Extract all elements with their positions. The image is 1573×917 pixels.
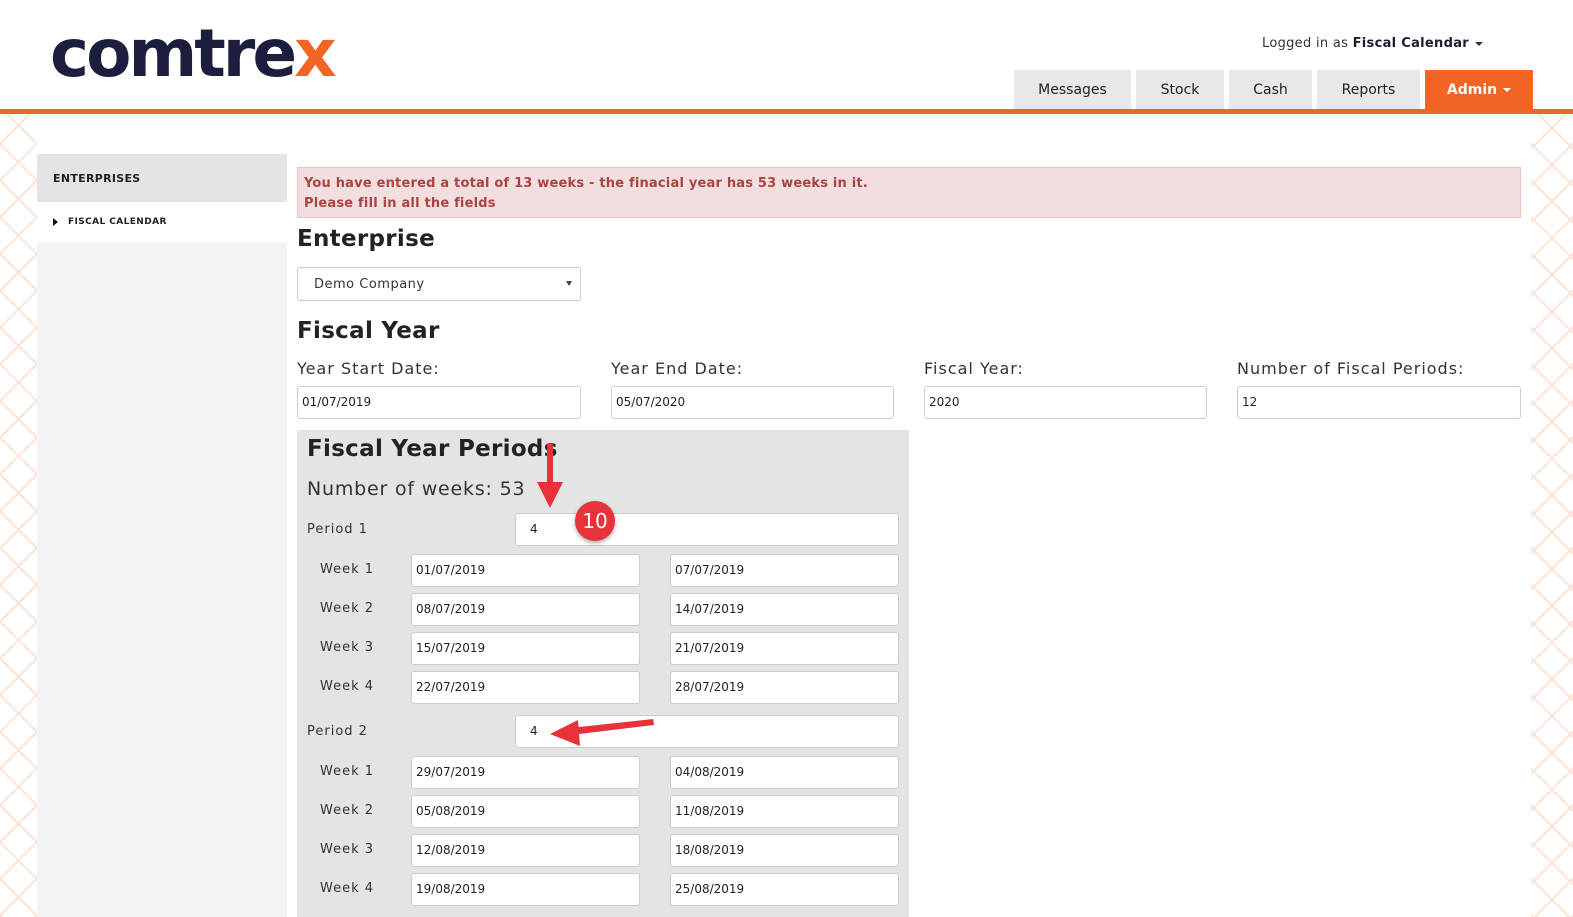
step-marker-badge: 10 (575, 501, 615, 541)
sidebar-heading[interactable]: ENTERPRISES (37, 154, 287, 202)
week-label: Week 2 (320, 803, 375, 818)
week-end-input[interactable]: 25/08/2019 (670, 873, 899, 906)
week-label: Week 1 (320, 562, 375, 577)
login-user: Fiscal Calendar (1352, 36, 1469, 51)
nav-tab-admin-label: Admin (1446, 82, 1498, 98)
nav-tab-stock[interactable]: Stock (1136, 70, 1224, 110)
fiscal-year-input[interactable]: 2020 (924, 386, 1207, 419)
sidebar-item-fiscal-calendar[interactable]: FISCAL CALENDAR (37, 202, 287, 242)
background-pattern-right (1531, 114, 1573, 917)
week-label: Week 4 (320, 679, 375, 694)
week-end-input[interactable]: 14/07/2019 (670, 593, 899, 626)
login-prefix: Logged in as (1262, 36, 1349, 51)
week-label: Week 4 (320, 881, 375, 896)
fiscal-year-label: Fiscal Year: (924, 359, 1024, 378)
period-2-weeks-input[interactable]: 4 (515, 715, 899, 748)
week-start-input[interactable]: 12/08/2019 (411, 834, 640, 867)
week-label: Week 2 (320, 601, 375, 616)
week-end-input[interactable]: 21/07/2019 (670, 632, 899, 665)
comtrex-logo[interactable]: comtrex (50, 14, 337, 94)
period-2-label: Period 2 (307, 724, 368, 739)
week-label: Week 3 (320, 842, 375, 857)
week-end-input[interactable]: 11/08/2019 (670, 795, 899, 828)
weeks-total: Number of weeks: 53 (307, 478, 526, 500)
year-end-label: Year End Date: (611, 359, 744, 378)
year-start-input[interactable]: 01/07/2019 (297, 386, 581, 419)
nav-tab-admin[interactable]: Admin (1425, 70, 1533, 110)
week-label: Week 3 (320, 640, 375, 655)
fiscal-periods-label: Number of Fiscal Periods: (1237, 359, 1465, 378)
login-status[interactable]: Logged in as Fiscal Calendar (1262, 36, 1483, 51)
period-1-weeks-input[interactable]: 4 (515, 513, 899, 546)
week-start-input[interactable]: 08/07/2019 (411, 593, 640, 626)
enterprise-select-value: Demo Company (314, 277, 425, 292)
nav-tab-reports[interactable]: Reports (1317, 70, 1420, 110)
alert-line-1: You have entered a total of 13 weeks - t… (304, 176, 868, 191)
page-header: comtrex Logged in as Fiscal Calendar Mes… (0, 0, 1573, 110)
week-start-input[interactable]: 19/08/2019 (411, 873, 640, 906)
sidebar-item-label: FISCAL CALENDAR (68, 217, 167, 227)
week-start-input[interactable]: 01/07/2019 (411, 554, 640, 587)
sidebar: ENTERPRISES FISCAL CALENDAR (37, 114, 287, 917)
main-nav: Messages Stock Cash Reports Admin (1014, 70, 1533, 110)
year-end-input[interactable]: 05/07/2020 (611, 386, 894, 419)
week-start-input[interactable]: 29/07/2019 (411, 756, 640, 789)
enterprise-heading: Enterprise (297, 226, 436, 252)
week-start-input[interactable]: 05/08/2019 (411, 795, 640, 828)
enterprise-select[interactable]: Demo Company (297, 267, 581, 301)
week-end-input[interactable]: 18/08/2019 (670, 834, 899, 867)
year-start-label: Year Start Date: (297, 359, 440, 378)
week-end-input[interactable]: 28/07/2019 (670, 671, 899, 704)
chevron-down-icon (1503, 88, 1512, 92)
week-start-input[interactable]: 15/07/2019 (411, 632, 640, 665)
error-alert: You have entered a total of 13 weeks - t… (297, 167, 1521, 218)
week-label: Week 1 (320, 764, 375, 779)
chevron-down-icon (1475, 41, 1483, 46)
week-start-input[interactable]: 22/07/2019 (411, 671, 640, 704)
background-pattern-left (0, 114, 37, 917)
alert-line-2: Please fill in all the fields (304, 196, 496, 211)
periods-heading: Fiscal Year Periods (307, 436, 558, 462)
main-content: You have entered a total of 13 weeks - t… (287, 114, 1531, 917)
triangle-right-icon (53, 218, 58, 226)
fiscal-periods-input[interactable]: 12 (1237, 386, 1521, 419)
period-1-label: Period 1 (307, 522, 368, 537)
week-end-input[interactable]: 07/07/2019 (670, 554, 899, 587)
nav-tab-cash[interactable]: Cash (1229, 70, 1312, 110)
week-end-input[interactable]: 04/08/2019 (670, 756, 899, 789)
chevron-down-icon (566, 281, 572, 286)
nav-tab-messages[interactable]: Messages (1014, 70, 1131, 110)
fiscal-year-heading: Fiscal Year (297, 318, 440, 344)
